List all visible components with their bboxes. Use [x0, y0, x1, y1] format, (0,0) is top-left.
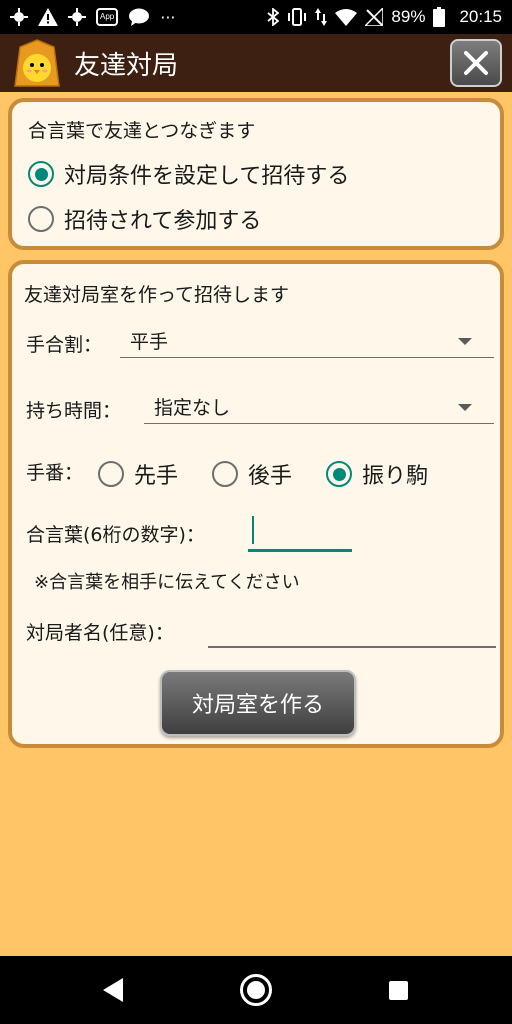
turn-label: 手番：: [26, 462, 84, 484]
radio-sente[interactable]: 先手: [98, 458, 178, 490]
handicap-label: 手合割：: [26, 334, 103, 356]
bluetooth-icon: [267, 7, 280, 27]
home-icon[interactable]: [240, 974, 272, 1006]
wifi-icon: [335, 7, 358, 27]
mode-heading: 合言葉で友達とつなぎます: [28, 120, 256, 142]
more-icon: ···: [160, 7, 176, 27]
close-icon: [464, 51, 488, 75]
radio-unselected-icon[interactable]: [212, 461, 238, 487]
page-title: 友達対局: [74, 50, 179, 81]
radio-gote[interactable]: 後手: [212, 458, 292, 490]
radio-join-label: 招待されて参加する: [64, 209, 262, 234]
create-room-panel: 友達対局室を作って招待します 手合割： 平手 持ち時間： 指定なし 手番： 先手…: [8, 260, 504, 748]
back-icon[interactable]: [103, 978, 123, 1002]
radio-selected-icon[interactable]: [326, 461, 352, 487]
chat-bubble-icon: [128, 7, 150, 27]
player-name-label: 対局者名(任意)：: [26, 622, 174, 644]
no-signal-icon: [365, 7, 384, 27]
chick-logo-icon: [14, 39, 60, 87]
dropdown-arrow-icon: [458, 404, 472, 411]
app-icon: App: [96, 8, 119, 26]
radio-invite-label: 対局条件を設定して招待する: [64, 164, 350, 189]
text-caret: [252, 516, 254, 544]
password-label: 合言葉(6桁の数字)：: [26, 524, 205, 546]
mode-panel: 合言葉で友達とつなぎます 対局条件を設定して招待する 招待されて参加する: [8, 98, 504, 250]
password-input[interactable]: [248, 514, 352, 552]
radio-invite[interactable]: 対局条件を設定して招待する: [28, 158, 349, 190]
time-label: 持ち時間：: [26, 400, 122, 422]
radio-unselected-icon[interactable]: [98, 461, 124, 487]
radio-gote-label: 後手: [248, 464, 293, 489]
status-bar: App ··· 89% 20:15: [0, 0, 512, 34]
dropdown-arrow-icon: [458, 338, 472, 345]
handicap-value: 平手: [130, 331, 169, 353]
player-name-input[interactable]: [208, 610, 496, 648]
password-note: ※合言葉を相手に伝えてください: [34, 572, 300, 593]
close-button[interactable]: [450, 39, 502, 87]
create-room-button[interactable]: 対局室を作る: [160, 670, 356, 736]
battery-percent: 89%: [391, 7, 426, 26]
radio-unselected-icon[interactable]: [28, 206, 54, 232]
vibrate-icon: [287, 7, 307, 27]
app-header: 友達対局: [0, 34, 512, 92]
gear-icon: [10, 7, 28, 27]
gear-icon: [68, 7, 86, 27]
time-value: 指定なし: [154, 397, 231, 419]
time-select[interactable]: 指定なし: [144, 390, 494, 424]
radio-furigoma-label: 振り駒: [362, 464, 429, 489]
radio-join[interactable]: 招待されて参加する: [28, 203, 261, 235]
recent-apps-icon[interactable]: [389, 981, 408, 1000]
create-heading: 友達対局室を作って招待します: [24, 284, 290, 306]
navigation-bar: [0, 956, 512, 1024]
clock: 20:15: [459, 7, 502, 26]
battery-icon: [433, 7, 446, 27]
handicap-select[interactable]: 平手: [120, 324, 494, 358]
radio-furigoma[interactable]: 振り駒: [326, 458, 428, 490]
radio-selected-icon[interactable]: [28, 161, 54, 187]
warning-icon: [38, 7, 58, 27]
data-arrows-icon: [315, 7, 328, 27]
radio-sente-label: 先手: [134, 464, 179, 489]
